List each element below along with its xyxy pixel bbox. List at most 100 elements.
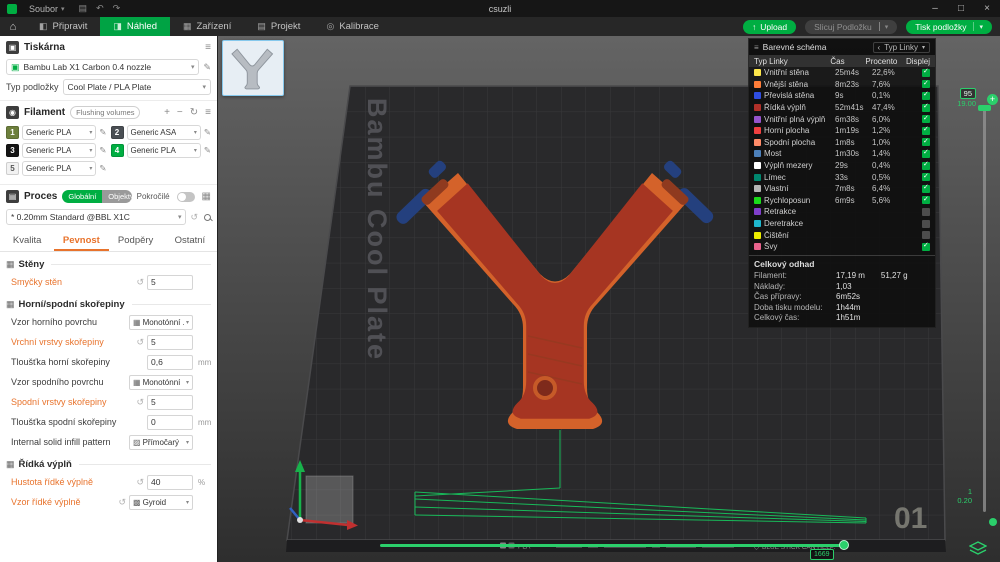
display-checkbox[interactable] [922,114,930,124]
redo-icon[interactable]: ↷ [113,3,121,14]
plate-type-value: Cool Plate / PLA Plate [67,82,152,92]
home-icon[interactable]: ⌂ [0,21,26,33]
top-thickness-input[interactable] [147,354,193,370]
display-checkbox[interactable] [922,195,930,205]
legend-row: Deretrakce [749,218,935,230]
display-checkbox[interactable] [922,160,930,170]
filament-edit-icon[interactable]: ✎ [204,145,211,156]
chevron-left-icon[interactable]: ‹ [878,43,881,52]
revert-icon[interactable]: ↺ [136,397,144,408]
file-menu[interactable]: Soubor ▾ [23,0,71,17]
display-checkbox[interactable] [922,148,930,158]
process-preset-select[interactable]: * 0.20mm Standard @BBL X1C ▾ [6,209,187,225]
upload-button[interactable]: ↑ Upload [742,19,797,34]
display-checkbox[interactable] [922,137,930,147]
line-type-time: 8m23s [835,79,860,89]
display-checkbox[interactable] [922,172,930,182]
display-checkbox[interactable] [922,102,930,112]
layer-slider-add-button[interactable]: + [987,94,998,105]
filament-select[interactable]: Generic PLA ▾ [22,125,97,140]
revert-icon[interactable]: ↺ [136,337,144,348]
wipe-tower[interactable] [305,475,354,524]
main-tab[interactable]: ◎ Kalibrace [313,17,391,36]
move-slider-handle[interactable] [839,540,849,550]
viewport-3d[interactable]: Bambu Cool Plate PLA ◇ BLUE STICK CAN HEL… [218,36,1000,562]
maximize-button[interactable]: □ [948,0,974,17]
move-slider-track[interactable] [380,544,846,547]
filament-number-chip[interactable]: 2 [110,126,124,139]
print-plate-button[interactable]: Tisk podložky ▾ [906,19,992,34]
display-checkbox[interactable] [922,125,930,135]
layer-slider-handle[interactable] [978,105,991,111]
layer-slider-track[interactable] [983,108,986,512]
layers-view-icon[interactable] [968,541,988,557]
top-layers-input[interactable] [147,334,193,350]
add-filament-icon[interactable]: + [164,107,170,118]
display-checkbox[interactable] [922,79,930,89]
display-checkbox[interactable] [922,231,930,240]
advanced-toggle[interactable] [176,191,195,202]
revert-icon[interactable]: ↺ [118,497,126,508]
main-tab[interactable]: ◨ Náhled [100,17,170,36]
display-checkbox[interactable] [922,241,930,251]
filament-number-chip[interactable]: 1 [6,126,19,139]
flushing-volumes-button[interactable]: Flushing volumes [70,106,141,119]
layer-slider-bottom-button[interactable] [989,518,997,526]
infill-pattern-select[interactable]: ▩ Gyroid ▾ [129,494,193,510]
process-tab[interactable]: Podpěry [109,231,163,251]
main-tab[interactable]: ▤ Projekt [244,17,313,36]
display-checkbox[interactable] [922,67,930,77]
bottom-pattern-select[interactable]: ▦ Monotónní ▾ [129,374,193,390]
slice-plate-button[interactable]: Slicuj Podložku ▾ [805,19,898,34]
filament-edit-icon[interactable]: ✎ [99,163,106,174]
wall-loops-input[interactable] [147,274,193,290]
process-tab[interactable]: Pevnost [54,231,109,251]
top-pattern-select[interactable]: ▦ Monotónní .. ▾ [129,314,193,330]
revert-icon[interactable]: ↺ [136,477,144,488]
filament-select[interactable]: Generic PLA ▾ [126,143,201,158]
minimize-button[interactable]: – [922,0,948,17]
filament-number-chip[interactable]: 3 [6,144,19,157]
pattern-icon: ▦ [133,377,141,387]
reset-preset-icon[interactable]: ↺ [190,212,198,223]
save-icon[interactable]: ▤ [79,3,88,14]
plate-thumbnail[interactable] [222,40,284,96]
filament-select[interactable]: Generic PLA ▾ [22,143,97,158]
close-button[interactable]: × [974,0,1000,17]
display-checkbox[interactable] [922,207,930,216]
process-tab[interactable]: Ostatní [163,231,217,251]
view-mode-select[interactable]: ‹ Typ Linky ▾ [872,41,930,53]
filament-settings-icon[interactable]: ≡ [205,107,211,118]
printer-name: Bambu Lab X1 Carbon 0.4 nozzle [23,62,152,72]
printer-select[interactable]: ▣ Bambu Lab X1 Carbon 0.4 nozzle ▾ [6,59,200,75]
filament-select[interactable]: Generic ASA ▾ [126,125,201,140]
scope-objects[interactable]: Objekty [102,190,132,203]
process-scope-toggle[interactable]: Globální Objekty [62,190,132,203]
bottom-layers-input[interactable] [147,394,193,410]
filament-number-chip[interactable]: 4 [110,144,124,157]
filament-edit-icon[interactable]: ✎ [99,127,106,138]
infill-density-input[interactable] [147,474,193,490]
bottom-thickness-input[interactable] [147,414,193,430]
filament-edit-icon[interactable]: ✎ [99,145,106,156]
display-checkbox[interactable] [922,90,930,100]
process-tab[interactable]: Kvalita [0,231,54,251]
sync-filament-icon[interactable]: ↻ [190,107,198,118]
filament-number-chip[interactable]: 5 [6,162,19,175]
main-tab[interactable]: ◧ Připravit [26,17,100,36]
display-checkbox[interactable] [922,183,930,193]
undo-icon[interactable]: ↶ [96,3,104,14]
printer-settings-icon[interactable]: ≡ [205,42,211,53]
main-tab[interactable]: ▦ Zařízení [170,17,244,36]
internal-solid-pattern-select[interactable]: ▨ Přímočarý ▾ [129,434,193,450]
filament-edit-icon[interactable]: ✎ [204,127,211,138]
search-icon[interactable] [204,213,211,221]
filament-select[interactable]: Generic PLA ▾ [22,161,97,176]
param-table-icon[interactable]: ▦ [202,191,211,202]
plate-type-select[interactable]: Cool Plate / PLA Plate ▾ [62,79,211,95]
remove-filament-icon[interactable]: − [177,107,183,118]
revert-icon[interactable]: ↺ [136,277,144,288]
scope-global[interactable]: Globální [62,190,103,203]
display-checkbox[interactable] [922,219,930,228]
printer-edit-icon[interactable]: ✎ [203,62,211,73]
